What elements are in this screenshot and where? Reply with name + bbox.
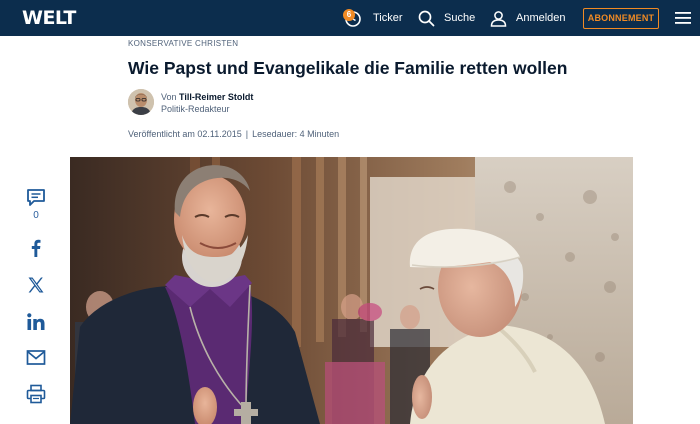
mail-icon xyxy=(26,349,46,366)
login-link[interactable]: Anmelden xyxy=(490,0,566,36)
x-icon xyxy=(26,275,46,295)
share-x-button[interactable] xyxy=(25,275,47,295)
hamburger-menu-icon[interactable] xyxy=(675,11,691,25)
search-icon xyxy=(418,10,435,27)
byline: Von Till-Reimer Stoldt xyxy=(161,92,253,102)
comment-count: 0 xyxy=(33,210,39,221)
comments-button[interactable]: 0 xyxy=(25,188,47,221)
facebook-icon xyxy=(26,238,46,258)
share-mail-button[interactable] xyxy=(25,349,47,366)
search-link[interactable]: Suche xyxy=(418,0,475,36)
ticker-badge: 6 xyxy=(343,9,355,21)
subscription-button[interactable]: ABONNEMENT xyxy=(583,8,659,29)
share-facebook-button[interactable] xyxy=(25,238,47,258)
comment-icon xyxy=(26,188,46,207)
print-button[interactable] xyxy=(25,384,47,404)
user-icon xyxy=(490,10,507,27)
ticker-label: Ticker xyxy=(373,12,403,24)
print-icon xyxy=(26,384,46,404)
author-link[interactable]: Till-Reimer Stoldt xyxy=(179,92,253,102)
site-header: WELT 6 Ticker Suche Anmelden ABONNEMENT xyxy=(0,0,700,36)
login-label: Anmelden xyxy=(516,12,566,24)
ticker-link[interactable]: 6 Ticker xyxy=(340,0,403,36)
welt-logo[interactable]: WELT xyxy=(22,7,76,29)
article-hero-image[interactable] xyxy=(70,157,633,424)
byline-prefix: Von xyxy=(161,92,177,102)
article-headline: Wie Papst und Evangelikale die Familie r… xyxy=(128,58,568,78)
article-kicker: KONSERVATIVE CHRISTEN xyxy=(128,39,239,48)
author-role: Politik-Redakteur xyxy=(161,104,230,114)
reading-time: Lesedauer: 4 Minuten xyxy=(252,129,340,139)
linkedin-icon xyxy=(26,312,46,332)
search-label: Suche xyxy=(444,12,476,24)
published-date: Veröffentlicht am 02.11.2015 xyxy=(128,129,242,139)
share-linkedin-button[interactable] xyxy=(25,312,47,332)
meta-separator: | xyxy=(245,129,249,139)
clock-icon: 6 xyxy=(340,6,364,30)
article-meta: Veröffentlicht am 02.11.2015 | Lesedauer: … xyxy=(128,129,339,139)
author-avatar[interactable] xyxy=(128,89,154,115)
